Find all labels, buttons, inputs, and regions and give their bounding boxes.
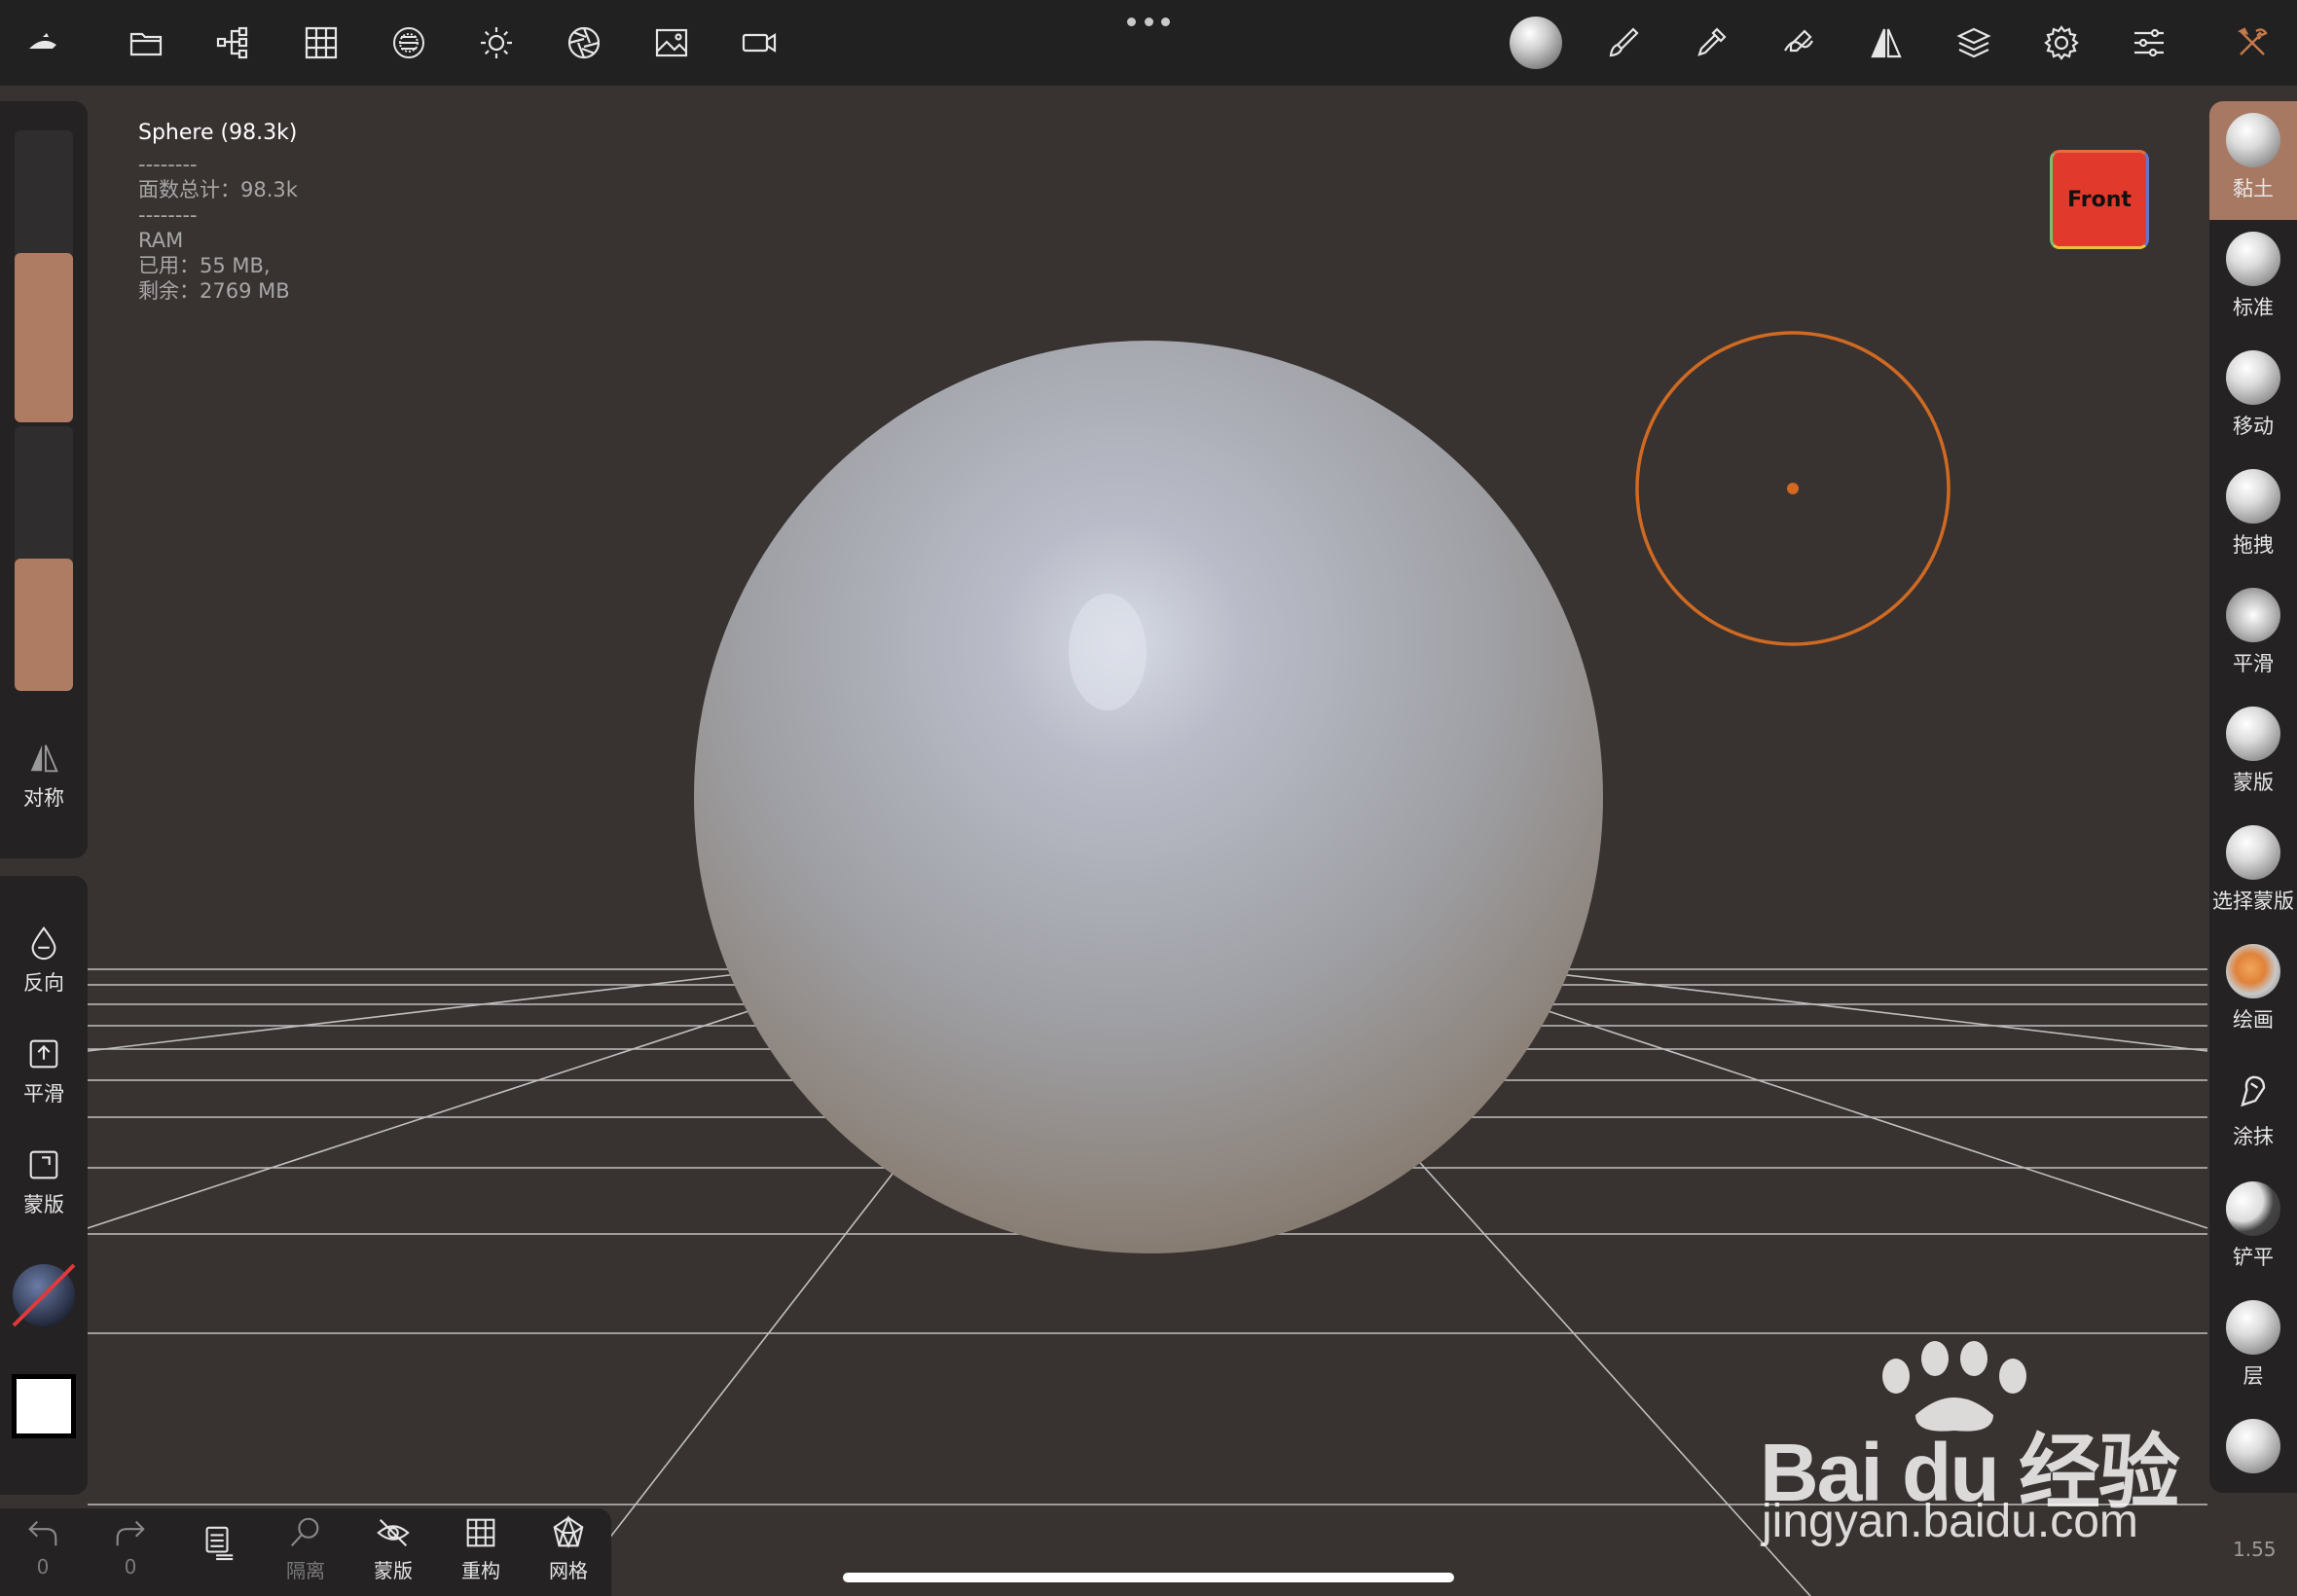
face-count: 面数总计：98.3k (138, 178, 298, 201)
object-label: Sphere (98.3k) (138, 121, 298, 145)
upload-box-icon (29, 1039, 58, 1069)
material-sphere-icon[interactable] (382, 16, 436, 70)
sliders-icon[interactable] (2122, 16, 2176, 70)
watermark-url: jingyan.baidu.com (1762, 1496, 2138, 1547)
eyedropper-icon[interactable] (1684, 16, 1738, 70)
polyhedron-icon (553, 1514, 584, 1548)
light-sun-icon[interactable] (469, 16, 524, 70)
folder-icon[interactable] (119, 16, 173, 70)
symmetry-icon[interactable] (1859, 16, 1914, 70)
undo-icon (28, 1520, 57, 1546)
mesh-button[interactable]: 网格 (529, 1514, 607, 1583)
left-slider-panel: 对称 (0, 101, 88, 858)
color-swatch-fill (17, 1379, 71, 1433)
symmetry-toggle[interactable]: 对称 (0, 740, 88, 812)
layers-icon[interactable] (1947, 16, 2001, 70)
undo-button[interactable]: 0 (4, 1514, 82, 1578)
drop-icon (31, 926, 56, 961)
ram-title: RAM (138, 229, 184, 252)
mask-box-icon (29, 1150, 58, 1179)
smooth-button[interactable]: 平滑 (0, 1035, 88, 1107)
stroke-settings-icon[interactable] (1771, 16, 1826, 70)
scene-info: Sphere (98.3k) -------- 面数总计：98.3k -----… (138, 121, 298, 304)
top-toolbar (0, 0, 2297, 86)
watermark: Bai du 经验 jingyan.baidu.com (1760, 1341, 2188, 1547)
paint-brush-icon[interactable] (1596, 16, 1651, 70)
topology-grid-icon[interactable] (294, 16, 348, 70)
brush-panel: 黏土 标准 移动 拖拽 平滑 蒙版 选择蒙版 绘画 涂抹 铲平 层 (2209, 101, 2297, 1493)
clay-brush-icon (2226, 113, 2280, 167)
redo-button[interactable]: 0 (91, 1514, 169, 1578)
scene-tree-icon[interactable] (206, 16, 261, 70)
bottom-toolbar: 0 0 隔离 蒙版 重构 网格 (0, 1508, 611, 1596)
app-logo-icon[interactable] (16, 16, 70, 70)
ram-used: 已用：55 MB, (138, 254, 271, 277)
brush-clay[interactable]: 黏土 (2209, 101, 2297, 220)
separator: -------- (138, 153, 198, 176)
radius-slider-fill (15, 253, 73, 422)
brush-more[interactable] (2209, 1407, 2297, 1493)
brush-move[interactable]: 移动 (2209, 339, 2297, 457)
ram-free: 剩余：2769 MB (138, 279, 290, 303)
matcap-ball-icon[interactable] (1509, 16, 1563, 70)
brush-smooth[interactable]: 平滑 (2209, 576, 2297, 695)
eye-off-icon (377, 1518, 410, 1547)
intensity-slider-fill (15, 559, 73, 691)
matcap-off-icon (12, 1263, 76, 1327)
color-swatch[interactable] (0, 1374, 88, 1438)
aperture-icon[interactable] (557, 16, 611, 70)
sphere-mesh (694, 341, 1603, 1253)
standard-brush-icon (2226, 232, 2280, 286)
tools-wrench-icon[interactable] (2225, 16, 2279, 70)
home-indicator[interactable] (843, 1573, 1454, 1582)
redo-icon (116, 1520, 145, 1546)
video-camera-icon[interactable] (732, 16, 786, 70)
layer-brush-icon (2226, 1300, 2280, 1355)
drag-brush-icon (2226, 469, 2280, 524)
matcap-disabled-toggle[interactable] (0, 1261, 88, 1335)
brush-select-mask[interactable]: 选择蒙版 (2209, 814, 2297, 932)
brush-standard[interactable]: 标准 (2209, 220, 2297, 339)
more-brush-icon (2226, 1419, 2280, 1473)
settings-gear-icon[interactable] (2034, 16, 2089, 70)
grid-icon (466, 1518, 495, 1547)
remesh-button[interactable]: 重构 (442, 1514, 520, 1583)
brush-cursor (1635, 331, 1951, 646)
brush-drag[interactable]: 拖拽 (2209, 457, 2297, 576)
magnifier-icon (290, 1517, 319, 1547)
intensity-slider[interactable] (15, 426, 73, 691)
history-list-button[interactable] (179, 1514, 257, 1565)
brush-layer[interactable]: 层 (2209, 1288, 2297, 1407)
image-icon[interactable] (644, 16, 699, 70)
separator: -------- (138, 203, 198, 227)
smooth-brush-icon (2226, 588, 2280, 642)
paint-brush-ball-icon (2226, 944, 2280, 998)
visibility-mask-button[interactable]: 蒙版 (354, 1514, 432, 1583)
mask-button[interactable]: 蒙版 (0, 1146, 88, 1218)
view-cube-front[interactable]: Front (2050, 150, 2149, 249)
radius-slider[interactable] (15, 130, 73, 422)
mask-brush-icon (2226, 707, 2280, 761)
left-tools-panel: 反向 平滑 蒙版 (0, 876, 88, 1495)
smudge-finger-icon (2241, 1075, 2266, 1107)
more-options-icon[interactable] (1127, 18, 1170, 31)
brush-flatten[interactable]: 铲平 (2209, 1170, 2297, 1288)
move-brush-icon (2226, 350, 2280, 405)
brush-paint[interactable]: 绘画 (2209, 932, 2297, 1051)
invert-button[interactable]: 反向 (0, 925, 88, 997)
document-list-icon (205, 1526, 234, 1561)
flatten-brush-icon (2226, 1181, 2280, 1236)
select-mask-brush-icon (2226, 825, 2280, 880)
version-label: 1.55 (2233, 1538, 2277, 1561)
color-swatch-frame (12, 1374, 76, 1438)
isolate-button[interactable]: 隔离 (267, 1514, 345, 1583)
brush-mask[interactable]: 蒙版 (2209, 695, 2297, 814)
brush-smudge[interactable]: 涂抹 (2209, 1051, 2297, 1170)
symmetry-icon (30, 744, 58, 773)
